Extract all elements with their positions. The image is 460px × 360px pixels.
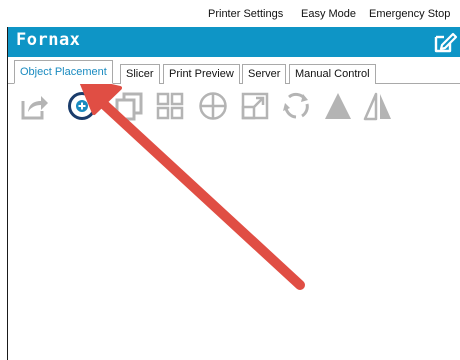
- app-panel: Fornax Object Placement Slicer Print Pre…: [7, 27, 460, 360]
- add-object-icon[interactable]: [67, 91, 97, 121]
- emergency-stop-menu[interactable]: Emergency Stop: [369, 8, 450, 20]
- mirror-icon[interactable]: [363, 91, 393, 121]
- rotate-icon[interactable]: [281, 91, 311, 121]
- scale-icon[interactable]: [240, 91, 270, 121]
- edit-icon[interactable]: [432, 29, 458, 55]
- flat-icon[interactable]: [323, 91, 353, 121]
- tab-server[interactable]: Server: [242, 64, 287, 84]
- tab-bar: Object Placement Slicer Print Preview Se…: [8, 60, 460, 84]
- grid-layout-icon[interactable]: [155, 91, 185, 121]
- tab-object-placement[interactable]: Object Placement: [14, 60, 113, 84]
- easy-mode-menu[interactable]: Easy Mode: [301, 8, 356, 20]
- share-icon[interactable]: [20, 91, 50, 121]
- tab-slicer[interactable]: Slicer: [120, 64, 160, 84]
- top-menu-bar: Printer Settings Easy Mode Emergency Sto…: [0, 0, 460, 26]
- center-icon[interactable]: [198, 91, 228, 121]
- app-title: Fornax: [16, 30, 81, 50]
- tab-manual-control[interactable]: Manual Control: [289, 64, 376, 84]
- title-bar: Fornax: [8, 27, 460, 57]
- tab-print-preview[interactable]: Print Preview: [163, 64, 240, 84]
- copy-icon[interactable]: [114, 91, 144, 121]
- printer-settings-menu[interactable]: Printer Settings: [208, 8, 283, 20]
